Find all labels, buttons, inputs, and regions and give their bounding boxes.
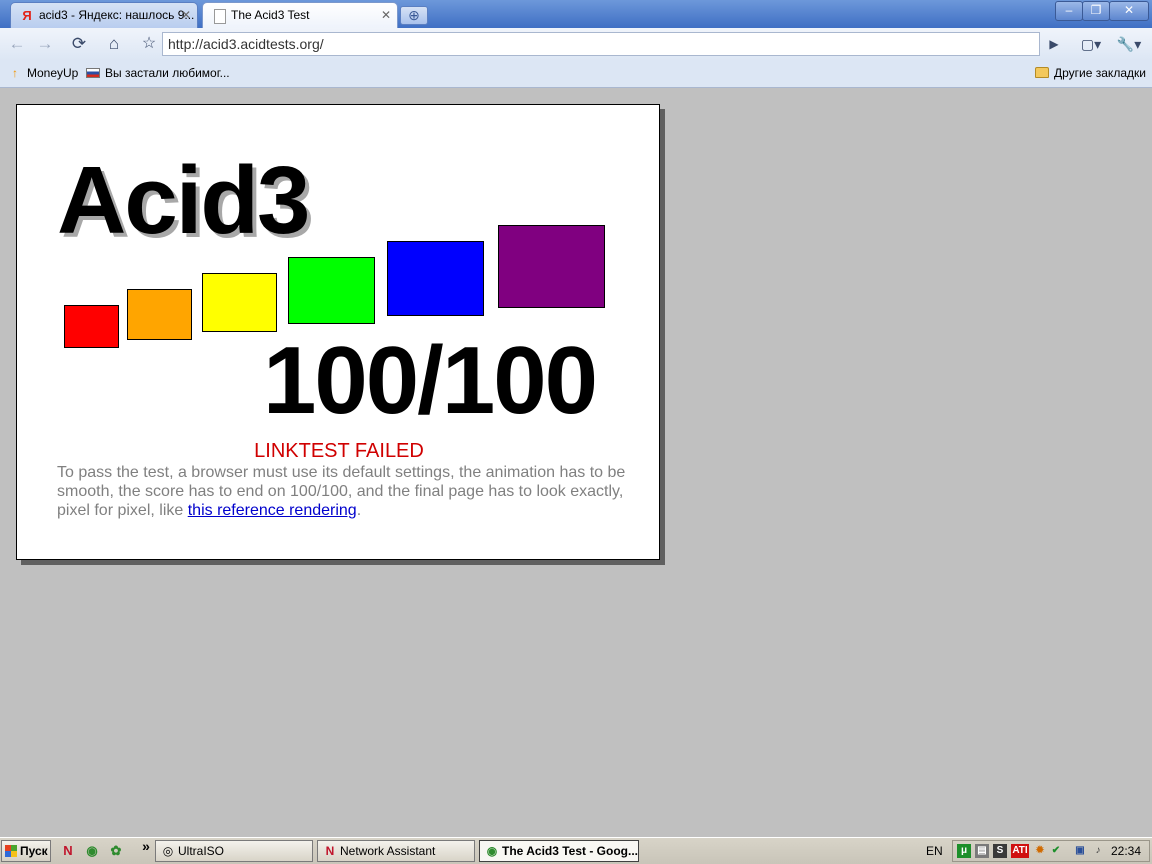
- ati-tray-icon[interactable]: ATI: [1011, 844, 1029, 858]
- task-network-assistant[interactable]: N Network Assistant: [317, 840, 475, 862]
- system-tray: μ ▤ S ATI ✹ ✔ ▣ ♪ 22:34: [952, 840, 1150, 862]
- address-bar[interactable]: http://acid3.acidtests.org/: [162, 32, 1040, 56]
- yellow-box: [202, 273, 277, 332]
- tab-title: The Acid3 Test: [231, 8, 310, 22]
- up-arrow-icon: ↑: [12, 66, 18, 80]
- windows-taskbar: Пуск N ◉ ✿ » ◎ UltraISO N Network Assist…: [0, 837, 1152, 864]
- volume-icon[interactable]: ♪: [1091, 844, 1105, 858]
- task-ultraiso[interactable]: ◎ UltraISO: [155, 840, 313, 862]
- instructions-text: To pass the test, a browser must use its…: [57, 463, 627, 520]
- page-icon: [214, 9, 226, 24]
- forward-button[interactable]: →: [32, 32, 58, 56]
- blue-box: [387, 241, 484, 316]
- bookmark-vy-zastali[interactable]: Вы застали любимог...: [86, 61, 230, 85]
- green-box: [288, 257, 375, 324]
- tab-yandex-search[interactable]: Я acid3 - Яндекс: нашлось 9... ✕: [10, 2, 198, 28]
- bookmark-label: Вы застали любимог...: [105, 66, 230, 80]
- task-label: Network Assistant: [340, 844, 436, 858]
- desktop-screen: Я acid3 - Яндекс: нашлось 9... ✕ The Aci…: [0, 0, 1152, 864]
- new-tab-button[interactable]: ⊕: [400, 6, 428, 25]
- maximize-button[interactable]: ❐: [1082, 1, 1110, 21]
- task-label: UltraISO: [178, 844, 225, 858]
- go-button[interactable]: ▶: [1042, 32, 1066, 56]
- torrent-tray-icon[interactable]: μ: [957, 844, 971, 858]
- clock: 22:34: [1110, 844, 1141, 858]
- browser-toolbar: ← → ⟳ ⌂ ☆ http://acid3.acidtests.org/ ▶ …: [0, 28, 1152, 61]
- purple-box: [498, 225, 605, 308]
- browser-titlebar: Я acid3 - Яндекс: нашлось 9... ✕ The Aci…: [0, 0, 1152, 29]
- other-bookmarks-button[interactable]: Другие закладки: [1035, 61, 1146, 85]
- page-content: Acid3 100/100 LINKTEST FAILED To pass th…: [0, 88, 1152, 837]
- bookmarks-bar: ↑ MoneyUp Вы застали любимог... Другие за…: [0, 61, 1152, 88]
- network-assistant-quicklaunch-icon[interactable]: N: [60, 843, 76, 859]
- linktest-status: LINKTEST FAILED: [254, 440, 424, 462]
- url-text: http://acid3.acidtests.org/: [168, 36, 324, 52]
- other-bookmarks-label: Другие закладки: [1054, 66, 1146, 80]
- close-window-button[interactable]: ✕: [1109, 1, 1149, 21]
- network-tray-icon[interactable]: ▤: [975, 844, 989, 858]
- bookmark-label: MoneyUp: [27, 66, 79, 80]
- icq-quicklaunch-icon[interactable]: ✿: [108, 843, 124, 859]
- disc-icon: ◎: [162, 844, 174, 858]
- network-connection-icon[interactable]: ▣: [1073, 844, 1087, 858]
- acid3-card: Acid3 100/100 LINKTEST FAILED To pass th…: [16, 104, 660, 560]
- folder-icon: [1035, 61, 1049, 85]
- minimize-button[interactable]: –: [1055, 1, 1083, 21]
- close-icon[interactable]: ✕: [181, 3, 191, 27]
- tab-title: acid3 - Яндекс: нашлось 9...: [39, 8, 195, 22]
- security-tray-icon[interactable]: ✔: [1049, 844, 1063, 858]
- network-assistant-icon: N: [325, 844, 335, 858]
- start-label: Пуск: [20, 844, 48, 858]
- task-label: The Acid3 Test - Goog...: [502, 844, 639, 858]
- home-button[interactable]: ⌂: [101, 32, 127, 56]
- bookmark-moneyup[interactable]: ↑ MoneyUp: [8, 61, 78, 85]
- acid3-title: Acid3: [57, 147, 310, 254]
- quicklaunch-chevron-icon[interactable]: »: [138, 838, 154, 854]
- red-box: [64, 305, 119, 348]
- flag-icon: [86, 61, 100, 85]
- back-button[interactable]: ←: [4, 32, 30, 56]
- language-indicator[interactable]: EN: [926, 838, 943, 864]
- instructions-end: .: [356, 502, 362, 519]
- wrench-menu-button[interactable]: 🔧▾: [1112, 32, 1146, 56]
- task-acid3-chrome[interactable]: ◉ The Acid3 Test - Goog...: [479, 840, 639, 862]
- windows-logo-icon: [5, 845, 17, 857]
- settings-tray-icon[interactable]: ✹: [1033, 844, 1047, 858]
- skype-tray-icon[interactable]: S: [993, 844, 1007, 858]
- chrome-icon: ◉: [486, 844, 498, 858]
- yandex-icon: Я: [22, 8, 32, 23]
- bookmark-star-icon[interactable]: ☆: [138, 32, 160, 56]
- page-menu-button[interactable]: ▢▾: [1074, 32, 1108, 56]
- reference-rendering-link[interactable]: this reference rendering: [188, 502, 357, 519]
- reload-button[interactable]: ⟳: [66, 32, 92, 56]
- start-button[interactable]: Пуск: [1, 840, 51, 862]
- chrome-quicklaunch-icon[interactable]: ◉: [84, 843, 100, 859]
- orange-box: [127, 289, 192, 340]
- close-icon[interactable]: ✕: [381, 3, 391, 27]
- tab-acid3-test[interactable]: The Acid3 Test ✕: [202, 2, 398, 29]
- acid3-score: 100/100: [263, 327, 598, 434]
